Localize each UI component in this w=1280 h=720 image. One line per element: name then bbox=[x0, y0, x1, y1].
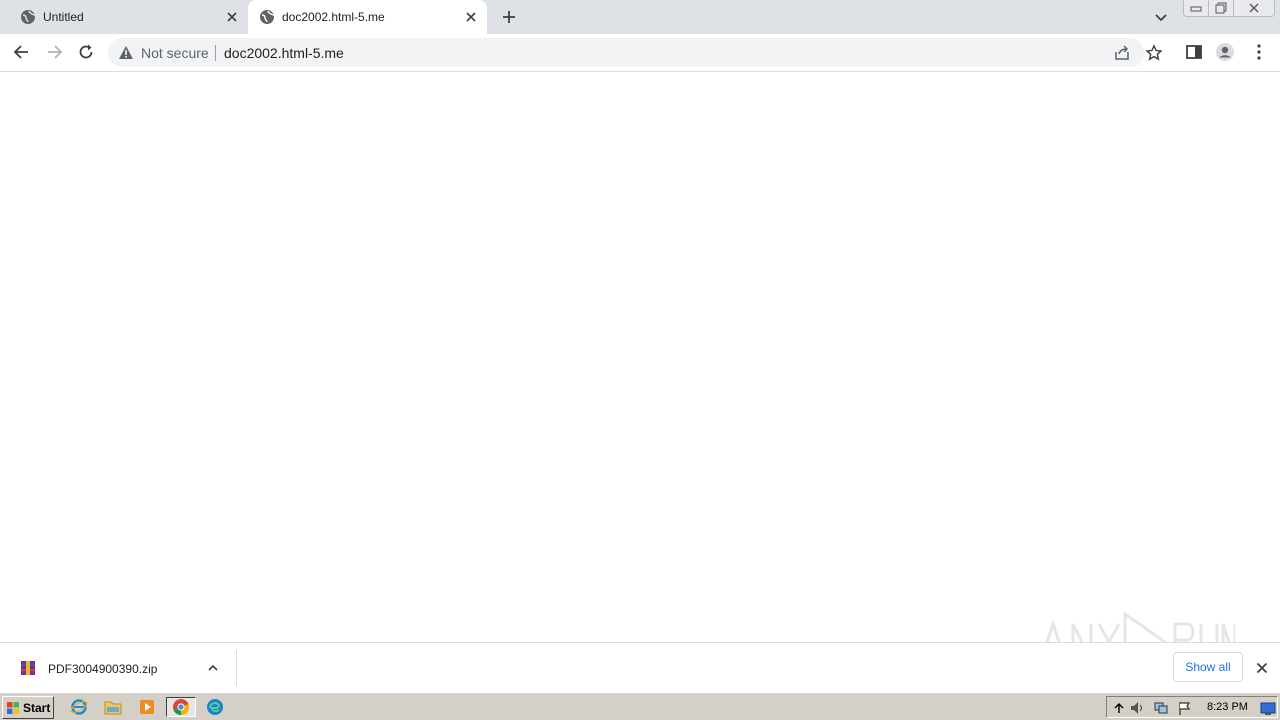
windows-logo-icon bbox=[7, 701, 19, 714]
window-close-button[interactable] bbox=[1233, 0, 1275, 17]
browser-toolbar: Not secure doc2002.html-5.me bbox=[0, 34, 1280, 72]
address-bar[interactable]: Not secure doc2002.html-5.me bbox=[108, 38, 1163, 67]
star-icon[interactable] bbox=[1145, 44, 1163, 62]
reload-icon[interactable] bbox=[76, 42, 96, 62]
action-center-flag-icon[interactable] bbox=[1177, 700, 1193, 716]
download-shelf: PDF3004900390.zip Show all bbox=[0, 642, 1280, 692]
restore-button[interactable] bbox=[1208, 0, 1234, 17]
url-text[interactable]: doc2002.html-5.me bbox=[224, 45, 344, 61]
folder-icon bbox=[104, 701, 122, 715]
tab-strip: Untitled doc2002.html-5.me bbox=[0, 0, 1280, 34]
winrar-archive-icon bbox=[21, 661, 35, 675]
start-label: Start bbox=[23, 700, 51, 715]
taskbar-media-player[interactable] bbox=[136, 697, 158, 717]
system-tray: 8:23 PM bbox=[1106, 696, 1278, 718]
forward-icon[interactable] bbox=[44, 42, 64, 62]
start-button[interactable]: Start bbox=[2, 696, 54, 719]
profile-avatar-icon[interactable] bbox=[1215, 42, 1235, 62]
taskbar-chrome[interactable] bbox=[166, 697, 196, 717]
back-icon[interactable] bbox=[12, 42, 32, 62]
show-hidden-icons-icon[interactable] bbox=[1111, 700, 1127, 716]
edge-icon bbox=[207, 699, 223, 715]
taskbar-edge[interactable] bbox=[204, 697, 226, 717]
globe-icon bbox=[21, 10, 36, 24]
side-panel-icon[interactable] bbox=[1184, 42, 1204, 62]
media-player-icon bbox=[140, 700, 154, 714]
tab-doc2002[interactable]: doc2002.html-5.me bbox=[248, 0, 487, 34]
security-status[interactable]: Not secure bbox=[141, 45, 209, 61]
globe-icon bbox=[260, 10, 275, 24]
close-icon[interactable] bbox=[1254, 660, 1270, 676]
menu-icon[interactable] bbox=[1249, 42, 1269, 62]
network-icon[interactable] bbox=[1153, 700, 1169, 716]
taskbar-file-explorer[interactable] bbox=[102, 697, 124, 717]
tab-title: doc2002.html-5.me bbox=[282, 10, 385, 24]
chevron-up-icon[interactable] bbox=[206, 661, 220, 675]
shelf-divider bbox=[236, 650, 237, 686]
show-desktop-icon[interactable] bbox=[1260, 700, 1276, 716]
internet-explorer-icon bbox=[70, 699, 88, 715]
close-icon[interactable] bbox=[224, 9, 240, 25]
minimize-icon bbox=[1190, 6, 1202, 12]
download-item[interactable]: PDF3004900390.zip bbox=[10, 647, 236, 689]
download-file-name[interactable]: PDF3004900390.zip bbox=[48, 662, 157, 676]
page-content bbox=[0, 72, 1280, 643]
clock[interactable]: 8:23 PM bbox=[1207, 701, 1248, 713]
share-icon[interactable] bbox=[1113, 44, 1131, 62]
show-all-button[interactable]: Show all bbox=[1173, 652, 1243, 682]
close-icon bbox=[1249, 3, 1259, 13]
new-tab-icon[interactable] bbox=[500, 8, 518, 26]
minimize-button[interactable] bbox=[1183, 0, 1209, 17]
close-icon[interactable] bbox=[463, 9, 479, 25]
tab-title: Untitled bbox=[43, 10, 84, 24]
tab-untitled[interactable]: Untitled bbox=[0, 0, 246, 34]
taskbar: Start 8:23 PM bbox=[0, 692, 1280, 720]
taskbar-internet-explorer[interactable] bbox=[68, 697, 90, 717]
chevron-down-icon[interactable] bbox=[1153, 9, 1169, 25]
chrome-icon bbox=[173, 699, 190, 716]
warning-icon[interactable] bbox=[118, 45, 134, 60]
address-divider bbox=[215, 45, 216, 61]
restore-icon bbox=[1215, 2, 1227, 14]
volume-icon[interactable] bbox=[1129, 700, 1145, 716]
